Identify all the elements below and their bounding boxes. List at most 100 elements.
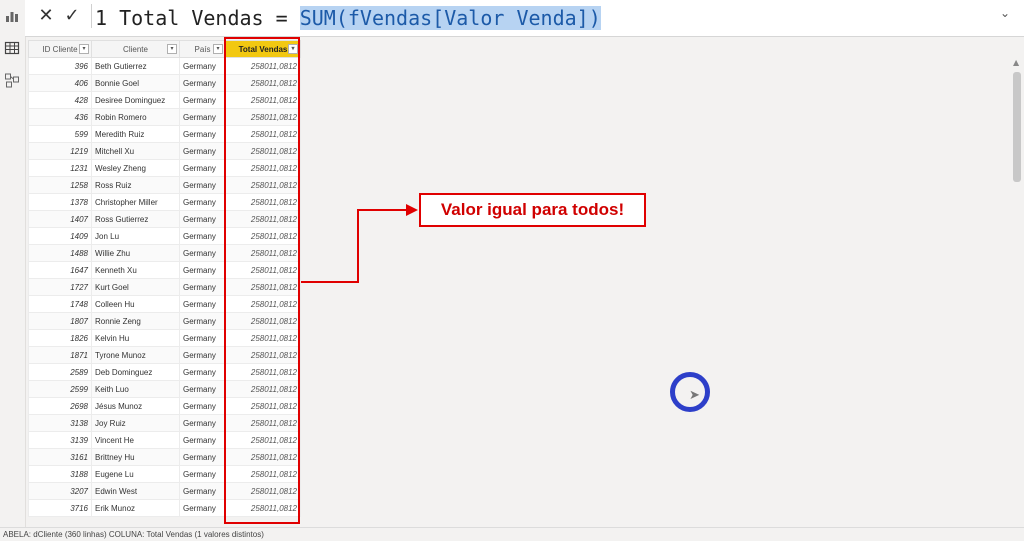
column-header-id-cliente[interactable]: ID Cliente ▾ bbox=[28, 40, 92, 58]
cell-pais[interactable]: Germany bbox=[179, 312, 226, 330]
cell-pais[interactable]: Germany bbox=[179, 193, 226, 211]
cell-cliente[interactable]: Vincent He bbox=[91, 431, 180, 449]
cell-id-cliente[interactable]: 1727 bbox=[28, 278, 92, 296]
cell-cliente[interactable]: Mitchell Xu bbox=[91, 142, 180, 160]
cell-pais[interactable]: Germany bbox=[179, 448, 226, 466]
cell-cliente[interactable]: Jésus Munoz bbox=[91, 397, 180, 415]
filter-dropdown-icon[interactable]: ▾ bbox=[213, 44, 223, 54]
cell-id-cliente[interactable]: 3716 bbox=[28, 499, 92, 517]
cell-cliente[interactable]: Erik Munoz bbox=[91, 499, 180, 517]
cell-id-cliente[interactable]: 3188 bbox=[28, 465, 92, 483]
cell-id-cliente[interactable]: 2589 bbox=[28, 363, 92, 381]
cell-id-cliente[interactable]: 1488 bbox=[28, 244, 92, 262]
close-icon[interactable]: ✕ bbox=[35, 6, 57, 26]
cell-id-cliente[interactable]: 436 bbox=[28, 108, 92, 126]
cell-id-cliente[interactable]: 2599 bbox=[28, 380, 92, 398]
formula-input[interactable]: 1 Total Vendas = SUM(fVendas[Valor Venda… bbox=[95, 5, 601, 31]
report-view-icon[interactable] bbox=[4, 8, 20, 24]
cell-id-cliente[interactable]: 1871 bbox=[28, 346, 92, 364]
cell-pais[interactable]: Germany bbox=[179, 346, 226, 364]
cell-cliente[interactable]: Ross Gutierrez bbox=[91, 210, 180, 228]
column-header-cliente[interactable]: Cliente ▾ bbox=[91, 40, 180, 58]
cell-cliente[interactable]: Wesley Zheng bbox=[91, 159, 180, 177]
cell-pais[interactable]: Germany bbox=[179, 74, 226, 92]
cell-pais[interactable]: Germany bbox=[179, 499, 226, 517]
model-view-icon[interactable] bbox=[4, 72, 20, 88]
cell-id-cliente[interactable]: 428 bbox=[28, 91, 92, 109]
cell-id-cliente[interactable]: 3207 bbox=[28, 482, 92, 500]
cell-cliente[interactable]: Christopher Miller bbox=[91, 193, 180, 211]
cell-cliente[interactable]: Kelvin Hu bbox=[91, 329, 180, 347]
cell-pais[interactable]: Germany bbox=[179, 261, 226, 279]
cell-pais[interactable]: Germany bbox=[179, 431, 226, 449]
expand-formula-icon[interactable]: ⌄ bbox=[1000, 6, 1010, 20]
cell-id-cliente[interactable]: 1647 bbox=[28, 261, 92, 279]
cell-pais[interactable]: Germany bbox=[179, 227, 226, 245]
cell-cliente[interactable]: Colleen Hu bbox=[91, 295, 180, 313]
cell-cliente[interactable]: Ronnie Zeng bbox=[91, 312, 180, 330]
cell-cliente[interactable]: Tyrone Munoz bbox=[91, 346, 180, 364]
cell-cliente[interactable]: Jon Lu bbox=[91, 227, 180, 245]
cell-pais[interactable]: Germany bbox=[179, 295, 226, 313]
cell-pais[interactable]: Germany bbox=[179, 210, 226, 228]
cell-cliente[interactable]: Joy Ruiz bbox=[91, 414, 180, 432]
cell-pais[interactable]: Germany bbox=[179, 329, 226, 347]
cell-id-cliente[interactable]: 3161 bbox=[28, 448, 92, 466]
scroll-up-icon[interactable]: ▲ bbox=[1013, 58, 1019, 67]
cell-id-cliente[interactable]: 1826 bbox=[28, 329, 92, 347]
cell-pais[interactable]: Germany bbox=[179, 176, 226, 194]
cell-pais[interactable]: Germany bbox=[179, 125, 226, 143]
cell-cliente[interactable]: Desiree Dominguez bbox=[91, 91, 180, 109]
cell-id-cliente[interactable]: 1258 bbox=[28, 176, 92, 194]
cell-id-cliente[interactable]: 599 bbox=[28, 125, 92, 143]
filter-dropdown-icon[interactable]: ▾ bbox=[79, 44, 89, 54]
data-view-icon[interactable] bbox=[4, 40, 20, 56]
cell-pais[interactable]: Germany bbox=[179, 142, 226, 160]
cell-cliente[interactable]: Ross Ruiz bbox=[91, 176, 180, 194]
cell-id-cliente[interactable]: 1231 bbox=[28, 159, 92, 177]
callout-connector bbox=[357, 209, 409, 211]
cell-pais[interactable]: Germany bbox=[179, 278, 226, 296]
cell-pais[interactable]: Germany bbox=[179, 91, 226, 109]
cell-cliente[interactable]: Keith Luo bbox=[91, 380, 180, 398]
cell-id-cliente[interactable]: 1807 bbox=[28, 312, 92, 330]
cell-id-cliente[interactable]: 1378 bbox=[28, 193, 92, 211]
cell-id-cliente[interactable]: 1409 bbox=[28, 227, 92, 245]
cell-cliente[interactable]: Robin Romero bbox=[91, 108, 180, 126]
cell-id-cliente[interactable]: 1219 bbox=[28, 142, 92, 160]
cell-id-cliente[interactable]: 1407 bbox=[28, 210, 92, 228]
cell-id-cliente[interactable]: 3138 bbox=[28, 414, 92, 432]
cell-pais[interactable]: Germany bbox=[179, 363, 226, 381]
cell-pais[interactable]: Germany bbox=[179, 482, 226, 500]
check-icon[interactable]: ✓ bbox=[61, 6, 83, 26]
callout-label: Valor igual para todos! bbox=[419, 193, 646, 227]
cell-pais[interactable]: Germany bbox=[179, 159, 226, 177]
cell-pais[interactable]: Germany bbox=[179, 380, 226, 398]
cell-pais[interactable]: Germany bbox=[179, 465, 226, 483]
cell-cliente[interactable]: Edwin West bbox=[91, 482, 180, 500]
cell-cliente[interactable]: Beth Gutierrez bbox=[91, 57, 180, 75]
cell-cliente[interactable]: Meredith Ruiz bbox=[91, 125, 180, 143]
cell-pais[interactable]: Germany bbox=[179, 244, 226, 262]
cell-pais[interactable]: Germany bbox=[179, 108, 226, 126]
cell-cliente[interactable]: Kenneth Xu bbox=[91, 261, 180, 279]
column-header-label: País bbox=[194, 44, 211, 54]
cell-cliente[interactable]: Bonnie Goel bbox=[91, 74, 180, 92]
cell-pais[interactable]: Germany bbox=[179, 397, 226, 415]
cell-pais[interactable]: Germany bbox=[179, 414, 226, 432]
cell-cliente[interactable]: Deb Dominguez bbox=[91, 363, 180, 381]
cell-cliente[interactable]: Brittney Hu bbox=[91, 448, 180, 466]
vertical-scrollbar[interactable]: ▲ bbox=[1011, 58, 1023, 528]
filter-dropdown-icon[interactable]: ▾ bbox=[167, 44, 177, 54]
scrollbar-thumb[interactable] bbox=[1013, 72, 1021, 182]
cell-id-cliente[interactable]: 396 bbox=[28, 57, 92, 75]
cell-id-cliente[interactable]: 406 bbox=[28, 74, 92, 92]
cell-cliente[interactable]: Kurt Goel bbox=[91, 278, 180, 296]
cell-pais[interactable]: Germany bbox=[179, 57, 226, 75]
cell-id-cliente[interactable]: 2698 bbox=[28, 397, 92, 415]
cell-cliente[interactable]: Eugene Lu bbox=[91, 465, 180, 483]
cell-cliente[interactable]: Willie Zhu bbox=[91, 244, 180, 262]
cell-id-cliente[interactable]: 3139 bbox=[28, 431, 92, 449]
column-header-pais[interactable]: País ▾ bbox=[179, 40, 226, 58]
cell-id-cliente[interactable]: 1748 bbox=[28, 295, 92, 313]
